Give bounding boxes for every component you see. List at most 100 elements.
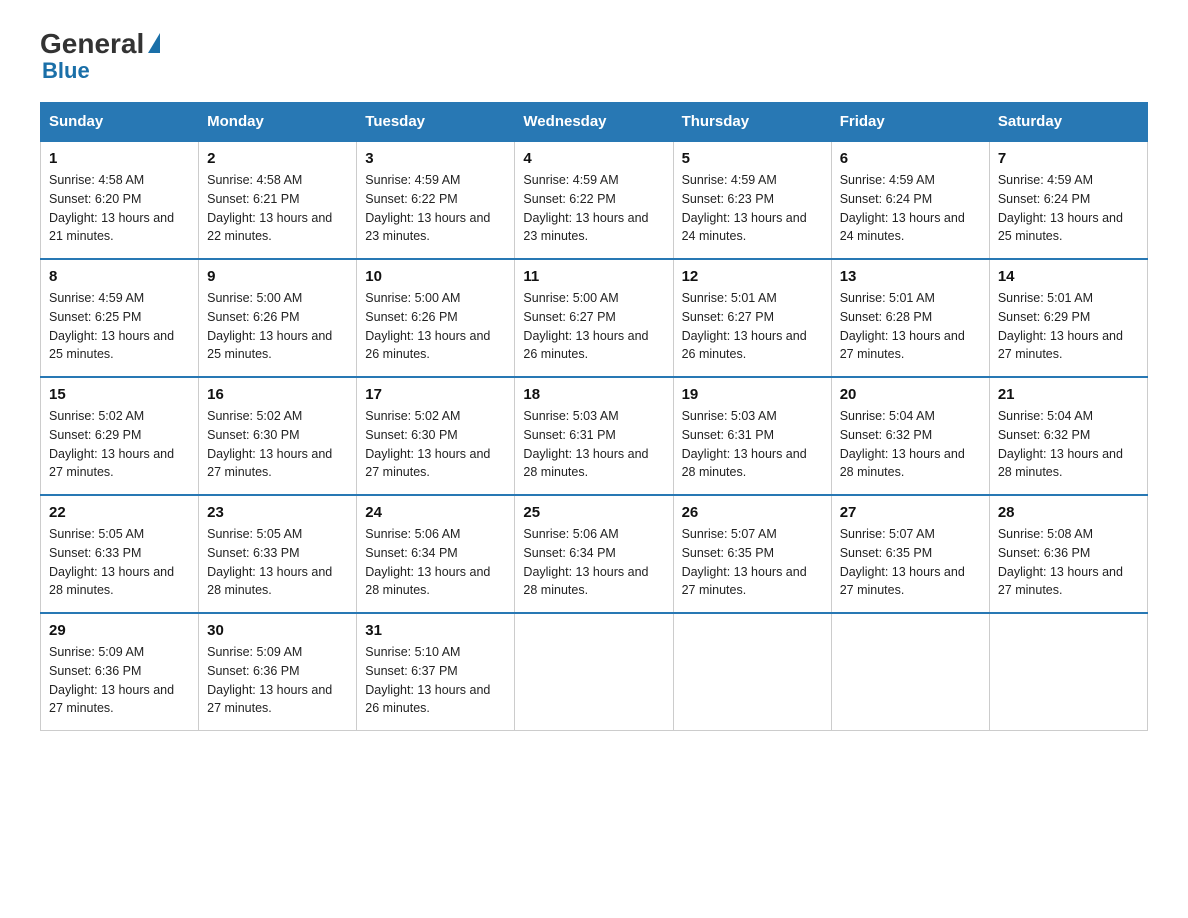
day-number: 19 xyxy=(682,386,823,403)
calendar-cell xyxy=(831,613,989,731)
calendar-cell: 3 Sunrise: 4:59 AMSunset: 6:22 PMDayligh… xyxy=(357,141,515,259)
calendar-cell: 26 Sunrise: 5:07 AMSunset: 6:35 PMDaylig… xyxy=(673,495,831,613)
day-number: 30 xyxy=(207,622,348,639)
day-info: Sunrise: 4:59 AMSunset: 6:24 PMDaylight:… xyxy=(998,171,1139,246)
calendar-cell: 16 Sunrise: 5:02 AMSunset: 6:30 PMDaylig… xyxy=(199,377,357,495)
day-number: 13 xyxy=(840,268,981,285)
day-number: 15 xyxy=(49,386,190,403)
calendar-cell: 17 Sunrise: 5:02 AMSunset: 6:30 PMDaylig… xyxy=(357,377,515,495)
calendar-cell: 6 Sunrise: 4:59 AMSunset: 6:24 PMDayligh… xyxy=(831,141,989,259)
calendar-cell: 7 Sunrise: 4:59 AMSunset: 6:24 PMDayligh… xyxy=(989,141,1147,259)
page-header: General Blue xyxy=(40,30,1148,82)
calendar-cell: 11 Sunrise: 5:00 AMSunset: 6:27 PMDaylig… xyxy=(515,259,673,377)
logo: General Blue xyxy=(40,30,160,82)
day-number: 6 xyxy=(840,150,981,167)
day-info: Sunrise: 5:06 AMSunset: 6:34 PMDaylight:… xyxy=(523,525,664,600)
day-number: 21 xyxy=(998,386,1139,403)
day-number: 25 xyxy=(523,504,664,521)
day-info: Sunrise: 5:02 AMSunset: 6:29 PMDaylight:… xyxy=(49,407,190,482)
calendar-cell: 20 Sunrise: 5:04 AMSunset: 6:32 PMDaylig… xyxy=(831,377,989,495)
day-info: Sunrise: 5:01 AMSunset: 6:29 PMDaylight:… xyxy=(998,289,1139,364)
day-info: Sunrise: 5:02 AMSunset: 6:30 PMDaylight:… xyxy=(365,407,506,482)
calendar-cell: 13 Sunrise: 5:01 AMSunset: 6:28 PMDaylig… xyxy=(831,259,989,377)
day-number: 26 xyxy=(682,504,823,521)
calendar-cell: 4 Sunrise: 4:59 AMSunset: 6:22 PMDayligh… xyxy=(515,141,673,259)
day-number: 24 xyxy=(365,504,506,521)
day-info: Sunrise: 5:06 AMSunset: 6:34 PMDaylight:… xyxy=(365,525,506,600)
day-info: Sunrise: 5:00 AMSunset: 6:26 PMDaylight:… xyxy=(365,289,506,364)
day-info: Sunrise: 5:10 AMSunset: 6:37 PMDaylight:… xyxy=(365,643,506,718)
calendar-cell xyxy=(515,613,673,731)
calendar-cell: 23 Sunrise: 5:05 AMSunset: 6:33 PMDaylig… xyxy=(199,495,357,613)
day-number: 10 xyxy=(365,268,506,285)
day-info: Sunrise: 4:58 AMSunset: 6:20 PMDaylight:… xyxy=(49,171,190,246)
weekday-header-saturday: Saturday xyxy=(989,103,1147,142)
day-number: 12 xyxy=(682,268,823,285)
day-number: 20 xyxy=(840,386,981,403)
calendar-week-row: 15 Sunrise: 5:02 AMSunset: 6:29 PMDaylig… xyxy=(41,377,1148,495)
weekday-header-wednesday: Wednesday xyxy=(515,103,673,142)
calendar-cell: 19 Sunrise: 5:03 AMSunset: 6:31 PMDaylig… xyxy=(673,377,831,495)
calendar-cell: 12 Sunrise: 5:01 AMSunset: 6:27 PMDaylig… xyxy=(673,259,831,377)
calendar-week-row: 29 Sunrise: 5:09 AMSunset: 6:36 PMDaylig… xyxy=(41,613,1148,731)
weekday-header-friday: Friday xyxy=(831,103,989,142)
calendar-cell: 21 Sunrise: 5:04 AMSunset: 6:32 PMDaylig… xyxy=(989,377,1147,495)
calendar-cell: 27 Sunrise: 5:07 AMSunset: 6:35 PMDaylig… xyxy=(831,495,989,613)
day-number: 7 xyxy=(998,150,1139,167)
day-info: Sunrise: 5:04 AMSunset: 6:32 PMDaylight:… xyxy=(840,407,981,482)
day-info: Sunrise: 4:59 AMSunset: 6:22 PMDaylight:… xyxy=(365,171,506,246)
calendar-cell: 29 Sunrise: 5:09 AMSunset: 6:36 PMDaylig… xyxy=(41,613,199,731)
day-number: 4 xyxy=(523,150,664,167)
day-number: 14 xyxy=(998,268,1139,285)
day-number: 2 xyxy=(207,150,348,167)
day-number: 5 xyxy=(682,150,823,167)
calendar-cell: 31 Sunrise: 5:10 AMSunset: 6:37 PMDaylig… xyxy=(357,613,515,731)
calendar-table: SundayMondayTuesdayWednesdayThursdayFrid… xyxy=(40,102,1148,731)
calendar-week-row: 1 Sunrise: 4:58 AMSunset: 6:20 PMDayligh… xyxy=(41,141,1148,259)
day-info: Sunrise: 5:05 AMSunset: 6:33 PMDaylight:… xyxy=(207,525,348,600)
day-info: Sunrise: 5:09 AMSunset: 6:36 PMDaylight:… xyxy=(207,643,348,718)
weekday-header-thursday: Thursday xyxy=(673,103,831,142)
calendar-cell: 22 Sunrise: 5:05 AMSunset: 6:33 PMDaylig… xyxy=(41,495,199,613)
day-number: 18 xyxy=(523,386,664,403)
calendar-cell xyxy=(989,613,1147,731)
day-info: Sunrise: 5:05 AMSunset: 6:33 PMDaylight:… xyxy=(49,525,190,600)
day-info: Sunrise: 5:01 AMSunset: 6:28 PMDaylight:… xyxy=(840,289,981,364)
day-info: Sunrise: 5:02 AMSunset: 6:30 PMDaylight:… xyxy=(207,407,348,482)
weekday-header-row: SundayMondayTuesdayWednesdayThursdayFrid… xyxy=(41,103,1148,142)
day-number: 28 xyxy=(998,504,1139,521)
weekday-header-tuesday: Tuesday xyxy=(357,103,515,142)
day-info: Sunrise: 4:59 AMSunset: 6:22 PMDaylight:… xyxy=(523,171,664,246)
weekday-header-sunday: Sunday xyxy=(41,103,199,142)
day-info: Sunrise: 5:07 AMSunset: 6:35 PMDaylight:… xyxy=(682,525,823,600)
calendar-cell: 10 Sunrise: 5:00 AMSunset: 6:26 PMDaylig… xyxy=(357,259,515,377)
calendar-cell: 15 Sunrise: 5:02 AMSunset: 6:29 PMDaylig… xyxy=(41,377,199,495)
calendar-cell: 24 Sunrise: 5:06 AMSunset: 6:34 PMDaylig… xyxy=(357,495,515,613)
day-number: 22 xyxy=(49,504,190,521)
calendar-cell: 5 Sunrise: 4:59 AMSunset: 6:23 PMDayligh… xyxy=(673,141,831,259)
day-info: Sunrise: 5:09 AMSunset: 6:36 PMDaylight:… xyxy=(49,643,190,718)
calendar-cell: 8 Sunrise: 4:59 AMSunset: 6:25 PMDayligh… xyxy=(41,259,199,377)
day-number: 11 xyxy=(523,268,664,285)
day-info: Sunrise: 4:59 AMSunset: 6:24 PMDaylight:… xyxy=(840,171,981,246)
calendar-cell: 30 Sunrise: 5:09 AMSunset: 6:36 PMDaylig… xyxy=(199,613,357,731)
day-number: 23 xyxy=(207,504,348,521)
day-info: Sunrise: 4:58 AMSunset: 6:21 PMDaylight:… xyxy=(207,171,348,246)
calendar-week-row: 8 Sunrise: 4:59 AMSunset: 6:25 PMDayligh… xyxy=(41,259,1148,377)
calendar-cell: 2 Sunrise: 4:58 AMSunset: 6:21 PMDayligh… xyxy=(199,141,357,259)
day-number: 27 xyxy=(840,504,981,521)
day-number: 9 xyxy=(207,268,348,285)
day-info: Sunrise: 5:08 AMSunset: 6:36 PMDaylight:… xyxy=(998,525,1139,600)
day-info: Sunrise: 5:03 AMSunset: 6:31 PMDaylight:… xyxy=(523,407,664,482)
day-info: Sunrise: 5:00 AMSunset: 6:26 PMDaylight:… xyxy=(207,289,348,364)
day-info: Sunrise: 5:07 AMSunset: 6:35 PMDaylight:… xyxy=(840,525,981,600)
day-info: Sunrise: 4:59 AMSunset: 6:25 PMDaylight:… xyxy=(49,289,190,364)
calendar-cell: 18 Sunrise: 5:03 AMSunset: 6:31 PMDaylig… xyxy=(515,377,673,495)
day-info: Sunrise: 5:04 AMSunset: 6:32 PMDaylight:… xyxy=(998,407,1139,482)
calendar-cell: 25 Sunrise: 5:06 AMSunset: 6:34 PMDaylig… xyxy=(515,495,673,613)
calendar-cell: 14 Sunrise: 5:01 AMSunset: 6:29 PMDaylig… xyxy=(989,259,1147,377)
calendar-week-row: 22 Sunrise: 5:05 AMSunset: 6:33 PMDaylig… xyxy=(41,495,1148,613)
day-info: Sunrise: 4:59 AMSunset: 6:23 PMDaylight:… xyxy=(682,171,823,246)
day-number: 17 xyxy=(365,386,506,403)
day-number: 29 xyxy=(49,622,190,639)
